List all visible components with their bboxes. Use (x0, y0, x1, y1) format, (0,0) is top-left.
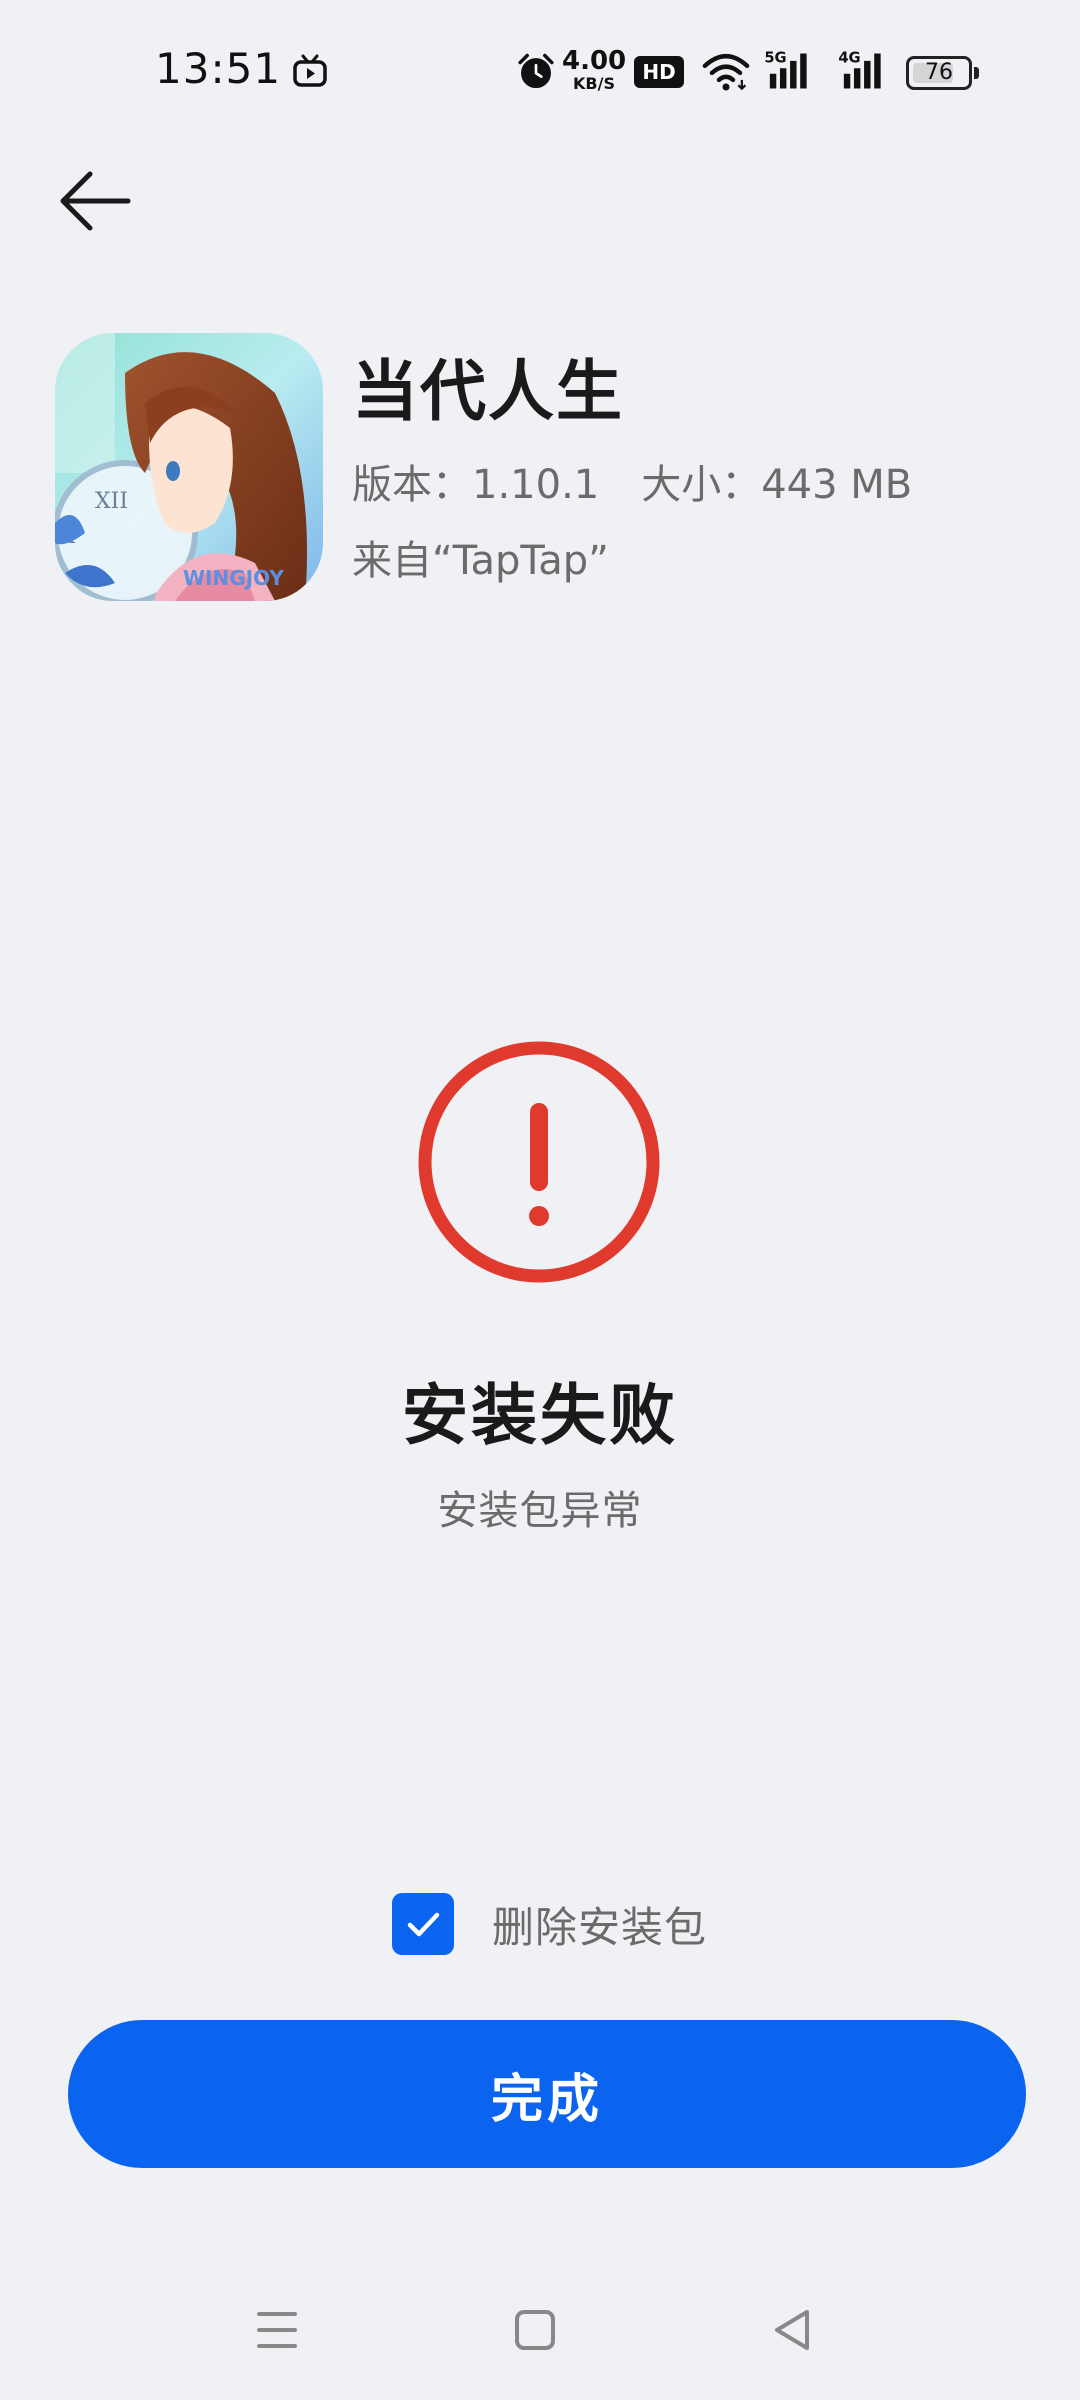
wifi-icon (702, 53, 750, 91)
app-source: 来自“TapTap” (352, 538, 609, 584)
app-name: 当代人生 (352, 353, 624, 430)
svg-text:XII: XII (95, 489, 128, 514)
delete-package-label: 删除安装包 (492, 1902, 708, 1952)
done-button[interactable]: 完成 (68, 2020, 1026, 2168)
battery-icon: 76 (906, 56, 980, 90)
signal-5g-icon: 5G (764, 50, 807, 89)
error-exclamation-icon (418, 1041, 660, 1283)
alarm-icon (518, 53, 554, 89)
signal-4g-label: 4G (838, 50, 860, 67)
signal-5g-label: 5G (764, 50, 786, 67)
delete-package-checkbox[interactable] (392, 1893, 454, 1955)
version-label: 版本： (352, 462, 472, 508)
battery-level: 76 (925, 60, 953, 85)
network-speed: 4.00 KB/S (562, 48, 626, 92)
app-icon: XII X WINGJOY (55, 333, 323, 601)
app-icon-watermark: WINGJOY (183, 566, 284, 590)
home-icon[interactable] (505, 2300, 565, 2360)
signal-4g-icon: 4G (838, 50, 881, 89)
arrow-left-icon (60, 171, 131, 231)
error-title: 安装失败 (402, 1377, 678, 1454)
version-value: 1.10.1 (472, 462, 600, 508)
navigation-bar (0, 2280, 1080, 2380)
delete-package-option[interactable]: 删除安装包 (392, 1892, 707, 1956)
network-speed-unit: KB/S (573, 74, 615, 93)
back-button[interactable] (50, 160, 140, 250)
tv-icon (293, 54, 327, 87)
network-speed-value: 4.00 (562, 46, 627, 76)
size-value: 443 MB (761, 462, 913, 508)
error-detail: 安装包异常 (437, 1488, 643, 1534)
status-bar: 13:51 4.00 KB/S HD 5G 4G 76 (0, 0, 1080, 140)
back-triangle-icon[interactable] (763, 2300, 823, 2360)
menu-icon[interactable] (247, 2300, 307, 2360)
hd-voice-badge: HD (634, 56, 684, 88)
app-meta: 版本：1.10.1 大小：443 MB (352, 452, 912, 510)
size-label: 大小： (641, 462, 762, 508)
battery-tip (974, 67, 979, 79)
status-time: 13:51 (155, 44, 282, 93)
checkmark-icon (407, 1912, 440, 1937)
